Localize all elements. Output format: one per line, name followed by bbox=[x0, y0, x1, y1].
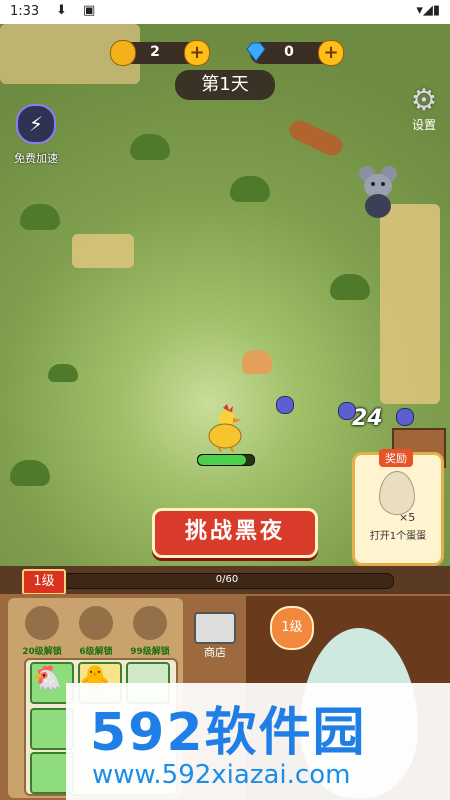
shop-label: 商店 bbox=[204, 646, 226, 659]
locked-skill-slot[interactable]: 99级解锁 bbox=[124, 606, 176, 657]
watermark-title: 592软件园 bbox=[90, 703, 367, 763]
coin-value: 2 bbox=[150, 44, 160, 60]
bush bbox=[330, 274, 370, 300]
bush bbox=[20, 204, 60, 230]
coin-counter: 2 + bbox=[110, 40, 210, 66]
beetle-enemy-icon bbox=[396, 408, 414, 426]
egg-level-badge: 1级 bbox=[270, 606, 314, 650]
lock-icon bbox=[133, 606, 167, 640]
day-banner: 第1天 bbox=[175, 70, 275, 100]
status-bar: 1:33 ⬇ ▣ ▾◢▮ bbox=[0, 0, 450, 24]
chicken-icon: 🐔 bbox=[32, 664, 62, 692]
reward-tag: 奖励 bbox=[379, 449, 413, 467]
log-obstacle bbox=[286, 117, 346, 159]
dirt-path bbox=[380, 204, 440, 404]
locked-skill-slot[interactable]: 6级解锁 bbox=[70, 606, 122, 657]
lock-icon bbox=[79, 606, 113, 640]
bush bbox=[10, 460, 50, 486]
status-time: 1:33 bbox=[10, 4, 40, 19]
egg-count: ×5 bbox=[399, 511, 416, 524]
player-hp-bar bbox=[197, 454, 255, 466]
egg-icon bbox=[379, 471, 415, 515]
add-diamonds-button[interactable]: + bbox=[318, 40, 344, 66]
signal-battery-icon: ▾◢▮ bbox=[416, 3, 440, 18]
gear-icon: ⚙ bbox=[410, 83, 438, 118]
settings-label: 设置 bbox=[411, 118, 436, 132]
open-egg-label: 打开1个蛋蛋 bbox=[369, 531, 427, 542]
chicken-player-icon bbox=[208, 404, 242, 452]
beetle-enemy-icon bbox=[338, 402, 356, 420]
diamond-value: 0 bbox=[284, 44, 294, 60]
egg-reward-card[interactable]: 奖励 ×5 打开1个蛋蛋 bbox=[352, 449, 444, 566]
settings-button[interactable]: ⚙ 设置 bbox=[404, 83, 444, 133]
dirt-patch bbox=[72, 234, 134, 268]
damage-number: 24 bbox=[352, 406, 383, 431]
locked-skill-slot[interactable]: 20级解锁 bbox=[16, 606, 68, 657]
unlock-label: 20级解锁 bbox=[22, 647, 62, 657]
bush bbox=[230, 176, 270, 202]
bush bbox=[48, 364, 78, 382]
watermark-url: www.592xiazai.com bbox=[92, 760, 351, 790]
xp-text: 0/60 bbox=[215, 574, 239, 585]
diamond-counter: 0 + bbox=[246, 40, 344, 66]
add-coins-button[interactable]: + bbox=[184, 40, 210, 66]
beetle-enemy-icon bbox=[276, 396, 294, 414]
tree-stump bbox=[242, 350, 272, 374]
lock-icon bbox=[25, 606, 59, 640]
player-hp-fill bbox=[198, 455, 246, 465]
unlock-label: 99级解锁 bbox=[130, 647, 170, 657]
shop-button[interactable]: 商店 bbox=[192, 612, 238, 668]
unlock-label: 6级解锁 bbox=[79, 647, 113, 657]
level-badge: 1级 bbox=[22, 569, 66, 595]
bush bbox=[130, 134, 170, 160]
shop-stall-icon bbox=[194, 612, 236, 644]
lightning-icon: ⚡ bbox=[16, 104, 56, 144]
free-speedup-button[interactable]: ⚡ 免费加速 bbox=[8, 104, 64, 168]
rat-enemy-icon bbox=[359, 166, 397, 218]
challenge-night-button[interactable]: 挑战黑夜 bbox=[152, 508, 318, 558]
download-icon: ⬇ ▣ bbox=[56, 3, 102, 18]
free-speedup-label: 免费加速 bbox=[14, 152, 58, 165]
